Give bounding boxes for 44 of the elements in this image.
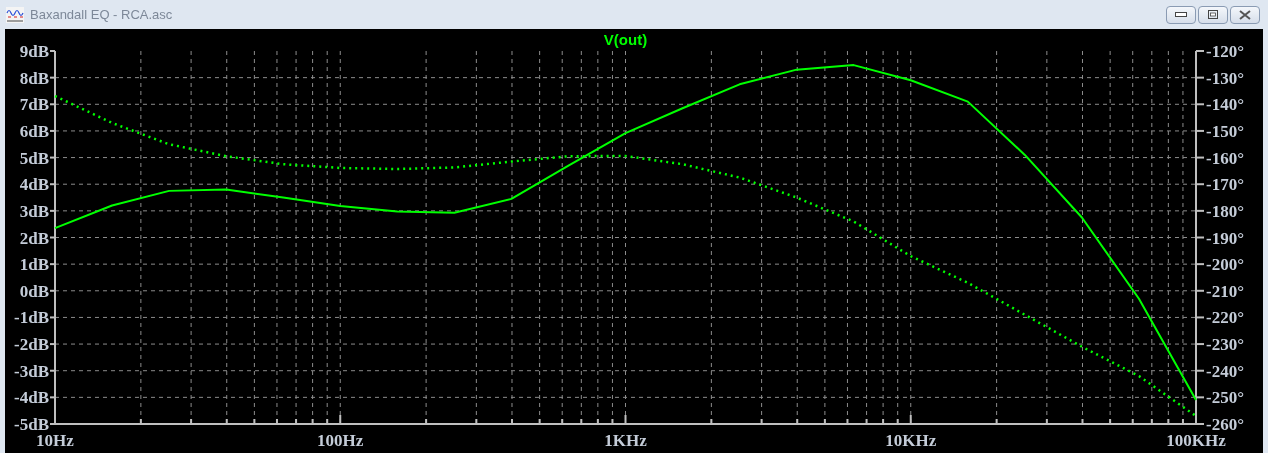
y-axis-label: -3dB [14, 361, 49, 381]
y-axis-label: 6dB [19, 121, 49, 141]
y2-axis-label: -190° [1206, 228, 1244, 248]
minimize-icon [1175, 11, 1187, 18]
y-axis-label: 8dB [19, 68, 49, 88]
y2-axis-label: -140° [1206, 95, 1244, 115]
x-axis-label: 1KHz [604, 431, 647, 450]
restore-icon [1208, 10, 1218, 19]
y2-axis-label: -180° [1206, 201, 1244, 221]
y2-axis-label: -160° [1206, 148, 1244, 168]
y2-axis-label: -170° [1206, 175, 1244, 195]
y-axis-label: 5dB [19, 148, 49, 168]
restore-button[interactable] [1198, 5, 1228, 24]
minimize-button[interactable] [1166, 5, 1196, 24]
chart-title: V(out) [603, 31, 648, 48]
y2-axis-label: -260° [1206, 415, 1244, 434]
y-axis-label: 9dB [19, 42, 49, 61]
y2-axis-label: -220° [1206, 308, 1244, 328]
y2-axis-label: -210° [1206, 281, 1244, 301]
y2-axis-label: -130° [1206, 68, 1244, 88]
y-axis-label: -4dB [14, 388, 49, 408]
y-axis-label: 1dB [19, 255, 49, 275]
y-axis-label: -2dB [14, 335, 49, 355]
y-axis-label: -1dB [14, 308, 49, 328]
close-icon [1239, 9, 1251, 20]
y-axis-label: 0dB [19, 281, 49, 301]
y-axis-label: 3dB [19, 201, 49, 221]
y-axis-label: 7dB [19, 95, 49, 115]
y2-axis-label: -230° [1206, 335, 1244, 355]
y2-axis-label: -200° [1206, 255, 1244, 275]
close-button[interactable] [1230, 5, 1260, 24]
y2-axis-label: -120° [1206, 42, 1244, 61]
y-axis-label: -5dB [14, 415, 49, 434]
x-axis-label: 100Hz [317, 431, 364, 450]
y2-axis-label: -150° [1206, 121, 1244, 141]
y2-axis-label: -240° [1206, 361, 1244, 381]
y-axis-label: 2dB [19, 228, 49, 248]
y-axis-label: 4dB [19, 175, 49, 195]
y2-axis-label: -250° [1206, 388, 1244, 408]
x-axis-label: 10Hz [36, 431, 74, 450]
x-axis-label: 10KHz [885, 431, 937, 450]
waveform-app-icon [6, 6, 24, 23]
window-title: Baxandall EQ - RCA.asc [30, 5, 173, 24]
x-axis-label: 100KHz [1166, 431, 1226, 450]
